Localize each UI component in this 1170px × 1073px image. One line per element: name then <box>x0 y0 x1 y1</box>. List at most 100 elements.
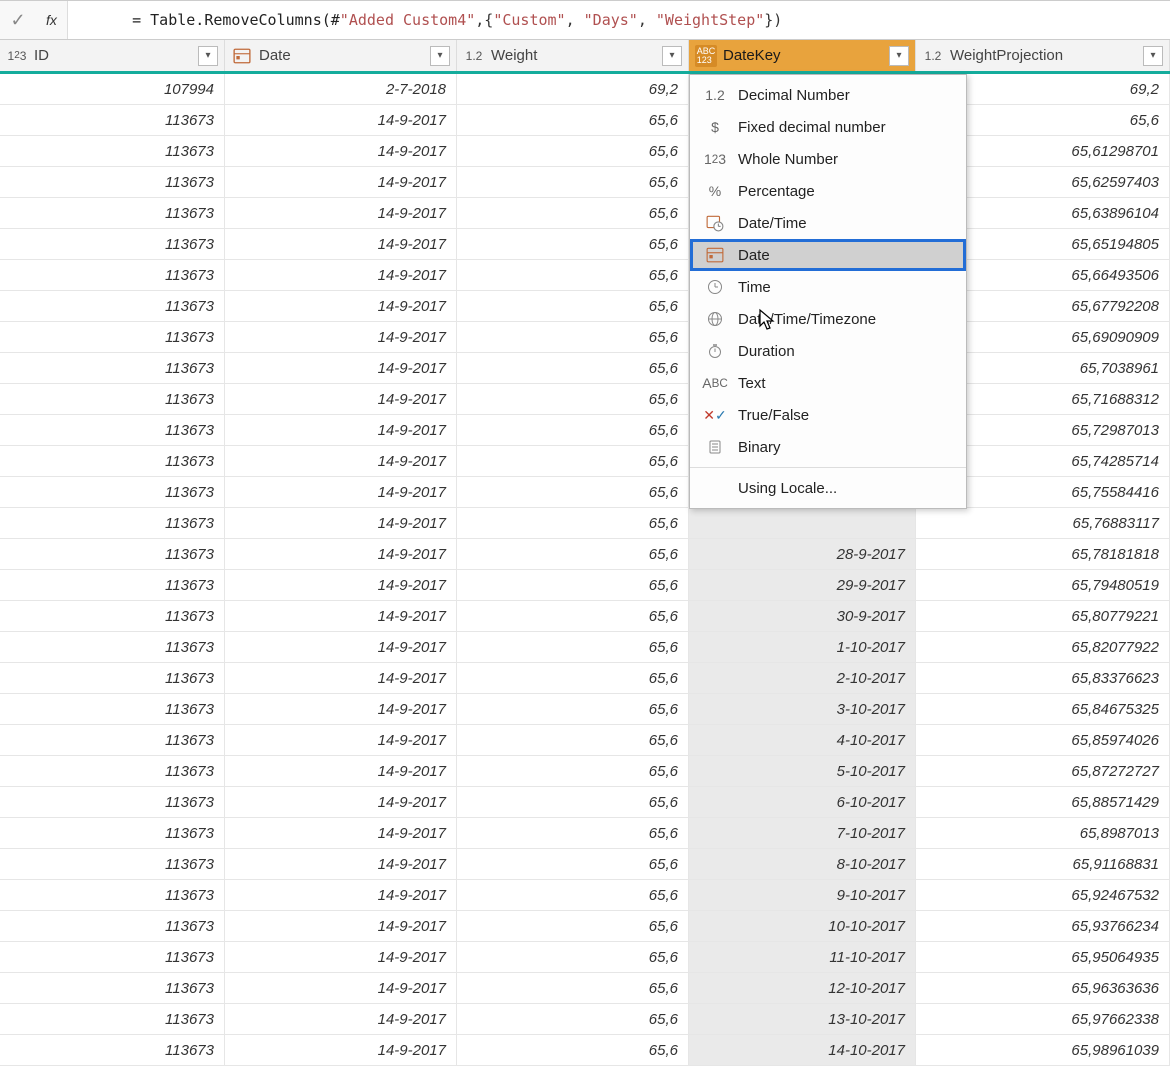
cell-weight[interactable]: 65,6 <box>457 446 689 476</box>
cell-date[interactable]: 14-9-2017 <box>225 446 457 476</box>
cell-date[interactable]: 14-9-2017 <box>225 260 457 290</box>
cell-date[interactable]: 2-7-2018 <box>225 74 457 104</box>
cell-id[interactable]: 113673 <box>0 663 225 693</box>
cell-weightprojection[interactable]: 65,8987013 <box>916 818 1170 848</box>
menu-item-binary[interactable]: Binary <box>690 431 966 463</box>
cell-date[interactable]: 14-9-2017 <box>225 508 457 538</box>
table-row[interactable]: 11367314-9-201765,614-10-201765,98961039 <box>0 1035 1170 1066</box>
cell-id[interactable]: 113673 <box>0 694 225 724</box>
cell-date[interactable]: 14-9-2017 <box>225 570 457 600</box>
cell-weightprojection[interactable]: 65,96363636 <box>916 973 1170 1003</box>
cell-date[interactable]: 14-9-2017 <box>225 322 457 352</box>
menu-item-datetimezone[interactable]: Date/Time/Timezone <box>690 303 966 335</box>
cell-id[interactable]: 113673 <box>0 198 225 228</box>
cell-weight[interactable]: 65,6 <box>457 260 689 290</box>
cell-id[interactable]: 113673 <box>0 353 225 383</box>
cell-date[interactable]: 14-9-2017 <box>225 136 457 166</box>
int-type-icon[interactable]: 123 <box>6 45 28 67</box>
menu-item-using-locale[interactable]: Using Locale... <box>690 472 966 504</box>
cell-id[interactable]: 113673 <box>0 725 225 755</box>
table-row[interactable]: 11367314-9-201765,628-9-201765,78181818 <box>0 539 1170 570</box>
cell-weight[interactable]: 65,6 <box>457 725 689 755</box>
cell-weight[interactable]: 65,6 <box>457 167 689 197</box>
cell-weightprojection[interactable]: 65,80779221 <box>916 601 1170 631</box>
cell-date[interactable]: 14-9-2017 <box>225 291 457 321</box>
menu-item-percentage[interactable]: % Percentage <box>690 175 966 207</box>
cell-weightprojection[interactable]: 65,92467532 <box>916 880 1170 910</box>
cell-weight[interactable]: 65,6 <box>457 694 689 724</box>
column-header-id[interactable]: 123 ID ▾ <box>0 40 225 71</box>
table-row[interactable]: 11367314-9-201765,665,72987013 <box>0 415 1170 446</box>
cell-date[interactable]: 14-9-2017 <box>225 663 457 693</box>
table-row[interactable]: 11367314-9-201765,66-10-201765,88571429 <box>0 787 1170 818</box>
cell-weight[interactable]: 65,6 <box>457 353 689 383</box>
cell-weightprojection[interactable]: 65,93766234 <box>916 911 1170 941</box>
menu-item-duration[interactable]: Duration <box>690 335 966 367</box>
cell-datekey[interactable]: 2-10-2017 <box>689 663 916 693</box>
cell-weightprojection[interactable]: 65,98961039 <box>916 1035 1170 1065</box>
cell-weight[interactable]: 65,6 <box>457 663 689 693</box>
table-row[interactable]: 11367314-9-201765,613-10-201765,97662338 <box>0 1004 1170 1035</box>
cell-weight[interactable]: 65,6 <box>457 601 689 631</box>
cell-datekey[interactable]: 28-9-2017 <box>689 539 916 569</box>
cell-date[interactable]: 14-9-2017 <box>225 353 457 383</box>
cell-date[interactable]: 14-9-2017 <box>225 818 457 848</box>
cell-weightprojection[interactable]: 65,95064935 <box>916 942 1170 972</box>
cell-date[interactable]: 14-9-2017 <box>225 1035 457 1065</box>
formula-input[interactable]: = Table.RemoveColumns(#"Added Custom4",{… <box>67 1 1170 39</box>
menu-item-fixed-decimal[interactable]: $ Fixed decimal number <box>690 111 966 143</box>
cell-weight[interactable]: 65,6 <box>457 477 689 507</box>
cell-id[interactable]: 113673 <box>0 446 225 476</box>
cell-weightprojection[interactable]: 65,91168831 <box>916 849 1170 879</box>
cell-datekey[interactable] <box>689 508 916 538</box>
cell-id[interactable]: 107994 <box>0 74 225 104</box>
cell-datekey[interactable]: 6-10-2017 <box>689 787 916 817</box>
table-row[interactable]: 11367314-9-201765,665,67792208 <box>0 291 1170 322</box>
cell-id[interactable]: 113673 <box>0 260 225 290</box>
table-row[interactable]: 11367314-9-201765,68-10-201765,91168831 <box>0 849 1170 880</box>
decimal-type-icon[interactable]: 1.2 <box>463 45 485 67</box>
cell-id[interactable]: 113673 <box>0 911 225 941</box>
cell-id[interactable]: 113673 <box>0 787 225 817</box>
cell-weight[interactable]: 65,6 <box>457 291 689 321</box>
cell-date[interactable]: 14-9-2017 <box>225 1004 457 1034</box>
cell-weightprojection[interactable]: 65,83376623 <box>916 663 1170 693</box>
cell-weight[interactable]: 65,6 <box>457 539 689 569</box>
table-row[interactable]: 11367314-9-201765,665,69090909 <box>0 322 1170 353</box>
cell-datekey[interactable]: 3-10-2017 <box>689 694 916 724</box>
cell-weight[interactable]: 65,6 <box>457 632 689 662</box>
cell-datekey[interactable]: 13-10-2017 <box>689 1004 916 1034</box>
cell-date[interactable]: 14-9-2017 <box>225 756 457 786</box>
cell-datekey[interactable]: 7-10-2017 <box>689 818 916 848</box>
cell-datekey[interactable]: 5-10-2017 <box>689 756 916 786</box>
cell-weight[interactable]: 65,6 <box>457 384 689 414</box>
cell-weightprojection[interactable]: 65,78181818 <box>916 539 1170 569</box>
cell-id[interactable]: 113673 <box>0 973 225 1003</box>
cell-weight[interactable]: 65,6 <box>457 105 689 135</box>
cell-weight[interactable]: 65,6 <box>457 787 689 817</box>
table-row[interactable]: 11367314-9-201765,67-10-201765,8987013 <box>0 818 1170 849</box>
cell-id[interactable]: 113673 <box>0 942 225 972</box>
cell-datekey[interactable]: 1-10-2017 <box>689 632 916 662</box>
column-header-datekey[interactable]: ABC123 DateKey ▾ <box>689 40 916 71</box>
table-row[interactable]: 11367314-9-201765,665,7038961 <box>0 353 1170 384</box>
cell-date[interactable]: 14-9-2017 <box>225 384 457 414</box>
column-header-weight[interactable]: 1.2 Weight ▾ <box>457 40 689 71</box>
cell-id[interactable]: 113673 <box>0 880 225 910</box>
menu-item-decimal[interactable]: 1.2 Decimal Number <box>690 79 966 111</box>
cell-weight[interactable]: 65,6 <box>457 818 689 848</box>
cell-date[interactable]: 14-9-2017 <box>225 539 457 569</box>
menu-item-true-false[interactable]: ✕✓ True/False <box>690 399 966 431</box>
filter-dropdown-icon[interactable]: ▾ <box>1143 46 1163 66</box>
cell-weight[interactable]: 65,6 <box>457 911 689 941</box>
cell-weight[interactable]: 65,6 <box>457 136 689 166</box>
cell-id[interactable]: 113673 <box>0 508 225 538</box>
cell-id[interactable]: 113673 <box>0 756 225 786</box>
table-row[interactable]: 11367314-9-201765,665,66493506 <box>0 260 1170 291</box>
cell-id[interactable]: 113673 <box>0 818 225 848</box>
cell-weight[interactable]: 65,6 <box>457 942 689 972</box>
table-row[interactable]: 11367314-9-201765,665,62597403 <box>0 167 1170 198</box>
table-row[interactable]: 11367314-9-201765,61-10-201765,82077922 <box>0 632 1170 663</box>
cell-date[interactable]: 14-9-2017 <box>225 694 457 724</box>
cell-weightprojection[interactable]: 65,84675325 <box>916 694 1170 724</box>
